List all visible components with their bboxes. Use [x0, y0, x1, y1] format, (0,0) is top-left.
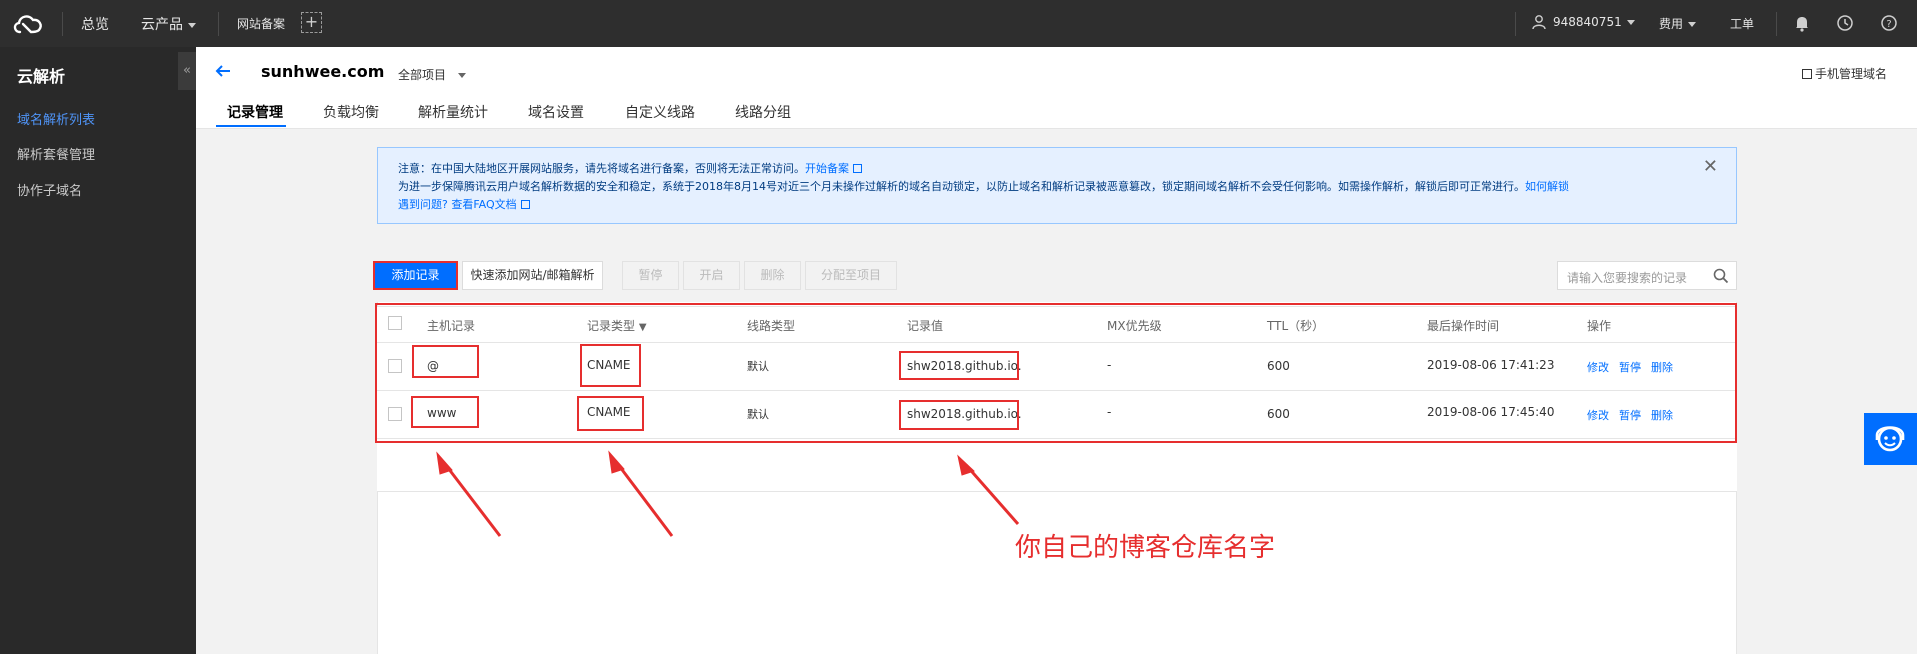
online-support-button[interactable] — [1864, 413, 1917, 465]
headset-icon — [1875, 426, 1905, 452]
annotation-label: 你自己的博客仓库名字 — [1015, 533, 1276, 563]
annotation-arrows — [436, 450, 1020, 537]
